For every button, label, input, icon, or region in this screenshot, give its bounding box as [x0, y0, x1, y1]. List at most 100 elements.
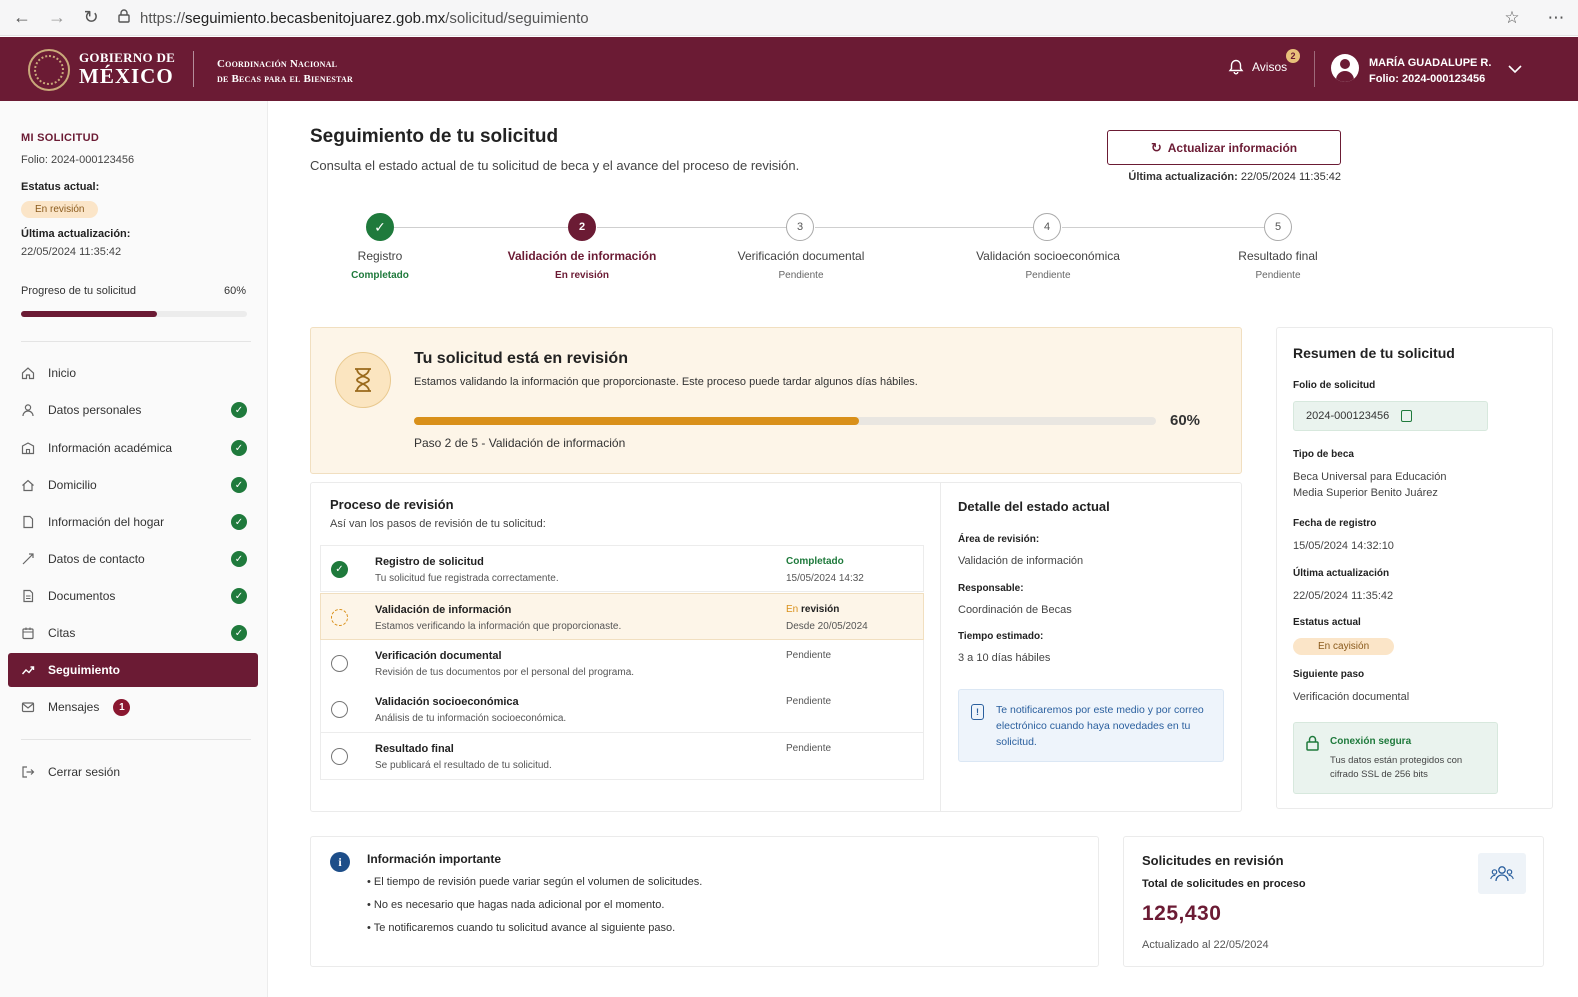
sidebar-item-label: Datos de contacto — [48, 552, 145, 566]
address-bar[interactable]: https://seguimiento.becasbenitojuarez.go… — [118, 4, 1528, 32]
summary-folio-label: Folio de solicitud — [1293, 380, 1376, 391]
more-menu-icon[interactable]: ⋯ — [1534, 8, 1578, 28]
check-icon: ✓ — [231, 402, 247, 418]
bookmark-star-icon[interactable]: ☆ — [1490, 8, 1534, 28]
detail-area-value: Validación de información — [958, 555, 1084, 567]
check-icon: ✓ — [231, 477, 247, 493]
info-bullet: • El tiempo de revisión puede variar seg… — [367, 876, 703, 888]
sidebar-divider — [21, 341, 251, 342]
sidebar-item-citas[interactable]: Citas ✓ — [8, 616, 258, 650]
tracking-icon — [20, 662, 36, 678]
refresh-button[interactable]: ↻ Actualizar información — [1107, 130, 1341, 165]
status-badge: En revisión — [21, 201, 99, 218]
chevron-down-icon[interactable] — [1508, 61, 1522, 77]
process-step-status: Completado — [786, 556, 844, 567]
step-1-label: Registro — [357, 249, 403, 263]
logout-button[interactable]: Cerrar sesión — [8, 755, 258, 789]
sidebar-item-datos-personales[interactable]: Datos personales ✓ — [8, 393, 258, 427]
sidebar-item-mensajes[interactable]: Mensajes 1 — [8, 690, 258, 724]
summary-updated-label: Última actualización — [1293, 568, 1390, 579]
detail-responsible-label: Responsable: — [958, 583, 1024, 594]
bell-icon — [1228, 59, 1244, 75]
sidebar-item-seguimiento[interactable]: Seguimiento — [8, 653, 258, 687]
avisos-button[interactable]: Avisos 2 — [1228, 49, 1300, 75]
logout-label: Cerrar sesión — [48, 765, 121, 779]
process-row-registro: ✓ Registro de solicitud Tu solicitud fue… — [320, 545, 924, 592]
summary-next-label: Siguiente paso — [1293, 669, 1365, 680]
user-avatar-icon[interactable] — [1331, 54, 1359, 82]
process-subtitle: Así van los pasos de revisión de tu soli… — [330, 518, 546, 530]
sidebar-item-inicio[interactable]: Inicio — [8, 356, 258, 390]
process-row-verificacion: Verificación documental Revisión de tus … — [320, 640, 924, 687]
pending-circle-icon — [331, 701, 348, 718]
sidebar-item-label: Seguimiento — [48, 663, 121, 677]
forward-icon[interactable]: → — [40, 0, 74, 36]
sidebar-item-label: Citas — [48, 626, 76, 640]
sidebar-item-documentos[interactable]: Documentos ✓ — [8, 579, 258, 613]
sidebar-title: MI SOLICITUD — [21, 132, 100, 144]
notification-text: Te notificaremos por este medio y por co… — [996, 704, 1204, 748]
last-updated-value: 22/05/2024 11:35:42 — [1240, 171, 1341, 183]
phone-notification-icon: ! — [971, 704, 984, 720]
sidebar-updated-value: 22/05/2024 11:35:42 — [21, 246, 122, 258]
url-prefix: https:// — [140, 9, 186, 27]
avisos-label: Avisos — [1252, 60, 1288, 74]
sidebar-item-label: Datos personales — [48, 403, 142, 417]
sidebar-folio: Folio: 2024-000123456 — [21, 154, 135, 166]
sidebar-item-datos-contacto[interactable]: Datos de contacto ✓ — [8, 542, 258, 576]
sidebar-item-informacion-hogar[interactable]: Información del hogar ✓ — [8, 505, 258, 539]
in-progress-icon — [331, 609, 348, 626]
secure-connection-box: Conexión segura Tus datos están protegid… — [1293, 722, 1498, 794]
sidebar-item-domicilio[interactable]: Domicilio ✓ — [8, 468, 258, 502]
stats-label: Total de solicitudes en proceso — [1142, 878, 1306, 890]
process-step-name: Validación de información — [375, 604, 512, 616]
reload-icon[interactable]: ↻ — [74, 0, 108, 36]
check-icon: ✓ — [231, 588, 247, 604]
process-row-validacion: Validación de información Estamos verifi… — [320, 593, 924, 640]
process-step-status: Pendiente — [786, 743, 832, 754]
user-folio: Folio: 2024-000123456 — [1369, 73, 1486, 85]
detail-area-label: Área de revisión: — [958, 534, 1040, 545]
request-summary-card: Resumen de tu solicitud Folio de solicit… — [1276, 327, 1553, 809]
detail-responsible-value: Coordinación de Becas — [958, 604, 1072, 616]
logout-icon — [20, 764, 36, 780]
stats-title: Solicitudes en revisión — [1142, 853, 1284, 868]
info-title: Información importante — [367, 852, 502, 866]
process-row-socioeconomica: Validación socioeconómica Análisis de tu… — [320, 686, 924, 733]
step-1-status: Completado — [351, 270, 409, 281]
user-info[interactable]: MARÍA GUADALUPE R. Folio: 2024-000123456 — [1369, 55, 1491, 87]
lock-icon — [1306, 735, 1319, 751]
process-step-name: Resultado final — [375, 743, 454, 755]
process-step-desc: Análisis de tu información socioeconómic… — [375, 713, 567, 724]
home-icon — [20, 365, 36, 381]
step-2-number: 2 — [568, 213, 596, 241]
government-seal-icon — [28, 49, 70, 91]
check-icon: ✓ — [231, 440, 247, 456]
status-word: revisión — [801, 604, 840, 615]
page-title: Seguimiento de tu solicitud — [310, 126, 559, 147]
refresh-label: Actualizar información — [1167, 140, 1298, 155]
avisos-count-badge: 2 — [1286, 49, 1300, 63]
banner-text: Estamos validando la información que pro… — [414, 376, 918, 388]
step-2-status: En revisión — [555, 270, 609, 281]
summary-type-value-1: Beca Universal para Educación — [1293, 471, 1447, 483]
summary-type-label: Tipo de beca — [1293, 449, 1354, 460]
step-5-status: Pendiente — [1255, 270, 1301, 281]
sidebar-item-informacion-academica[interactable]: Información académica ✓ — [8, 431, 258, 465]
process-step-desc: Revisión de tus documentos por el person… — [375, 667, 635, 678]
step-3-status: Pendiente — [778, 270, 824, 281]
document-icon — [20, 514, 36, 530]
back-icon[interactable]: ← — [5, 0, 39, 36]
folio-field: 2024-000123456 — [1293, 401, 1488, 431]
review-process-card: Proceso de revisión Así van los pasos de… — [310, 482, 1242, 812]
review-progress-fill — [414, 417, 860, 425]
gov-logo[interactable]: GOBIERNO DE MÉXICO — [79, 51, 175, 87]
sidebar-status-label: Estatus actual: — [21, 181, 100, 193]
copy-icon[interactable] — [1401, 410, 1413, 422]
info-bullet: • No es necesario que hagas nada adicion… — [367, 899, 665, 911]
check-icon: ✓ — [331, 561, 348, 578]
detail-title: Detalle del estado actual — [958, 499, 1110, 514]
info-icon: i — [330, 852, 350, 872]
secure-title: Conexión segura — [1330, 736, 1412, 747]
summary-type-value-2: Media Superior Benito Juárez — [1293, 487, 1438, 499]
